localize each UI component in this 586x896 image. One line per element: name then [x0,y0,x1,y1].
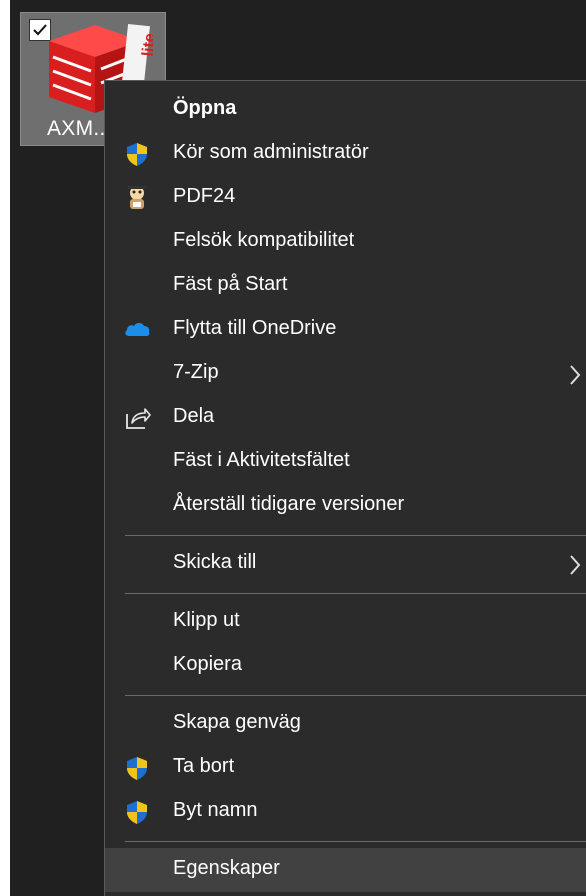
menu-item-label: Byt namn [173,799,258,821]
menu-item-delete[interactable]: Ta bort [105,746,586,790]
desktop-background: lite AXM... Öppna Kör som administratör [10,0,586,896]
menu-item-label: Ta bort [173,755,235,777]
menu-item-label: Fäst i Aktivitetsfältet [173,449,350,471]
menu-item-properties[interactable]: Egenskaper [105,848,586,892]
share-icon [126,408,151,429]
menu-item-label: Klipp ut [173,609,240,631]
chevron-right-icon [570,365,581,385]
menu-item-share[interactable]: Dela [105,396,586,440]
menu-separator [125,535,586,536]
menu-item-label: Återställ tidigare versioner [173,493,405,515]
menu-item-open[interactable]: Öppna [105,88,586,132]
menu-item-cut[interactable]: Klipp ut [105,600,586,644]
uac-shield-icon [127,757,147,780]
menu-item-7zip[interactable]: 7-Zip [105,352,586,396]
menu-item-copy[interactable]: Kopiera [105,644,586,688]
menu-item-pin-to-start[interactable]: Fäst på Start [105,264,586,308]
menu-item-run-as-admin[interactable]: Kör som administratör [105,132,586,176]
menu-separator [125,593,586,594]
menu-item-label: Fäst på Start [173,273,288,295]
menu-item-create-shortcut[interactable]: Skapa genväg [105,702,586,746]
menu-item-label: Kör som administratör [173,141,369,163]
desktop-icon-label: AXM... [47,117,112,140]
context-menu: Öppna Kör som administratör PDF24 Felsök [104,80,586,896]
pdf24-icon [128,186,146,209]
menu-item-label: Felsök kompatibilitet [173,229,355,251]
menu-item-troubleshoot-compat[interactable]: Felsök kompatibilitet [105,220,586,264]
menu-item-label: Skicka till [173,551,257,573]
menu-separator [125,695,586,696]
menu-item-move-to-onedrive[interactable]: Flytta till OneDrive [105,308,586,352]
left-screen-edge [0,0,10,896]
menu-separator [125,841,586,842]
menu-item-label: Dela [173,405,215,427]
menu-item-label: Skapa genväg [173,711,301,733]
uac-shield-icon [127,801,147,824]
chevron-right-icon [570,555,581,575]
menu-item-label: 7-Zip [173,361,219,383]
menu-item-send-to[interactable]: Skicka till [105,542,586,586]
menu-item-pin-to-taskbar[interactable]: Fäst i Aktivitetsfältet [105,440,586,484]
menu-item-restore-previous-versions[interactable]: Återställ tidigare versioner [105,484,586,528]
onedrive-cloud-icon [125,323,150,336]
menu-item-label: Öppna [173,97,237,119]
menu-item-label: Egenskaper [173,857,280,879]
menu-item-pdf24[interactable]: PDF24 [105,176,586,220]
uac-shield-icon [127,143,147,166]
svg-text:lite: lite [140,32,153,57]
menu-item-rename[interactable]: Byt namn [105,790,586,834]
menu-item-label: Kopiera [173,653,242,675]
menu-item-label: PDF24 [173,185,236,207]
menu-item-label: Flytta till OneDrive [173,317,337,339]
